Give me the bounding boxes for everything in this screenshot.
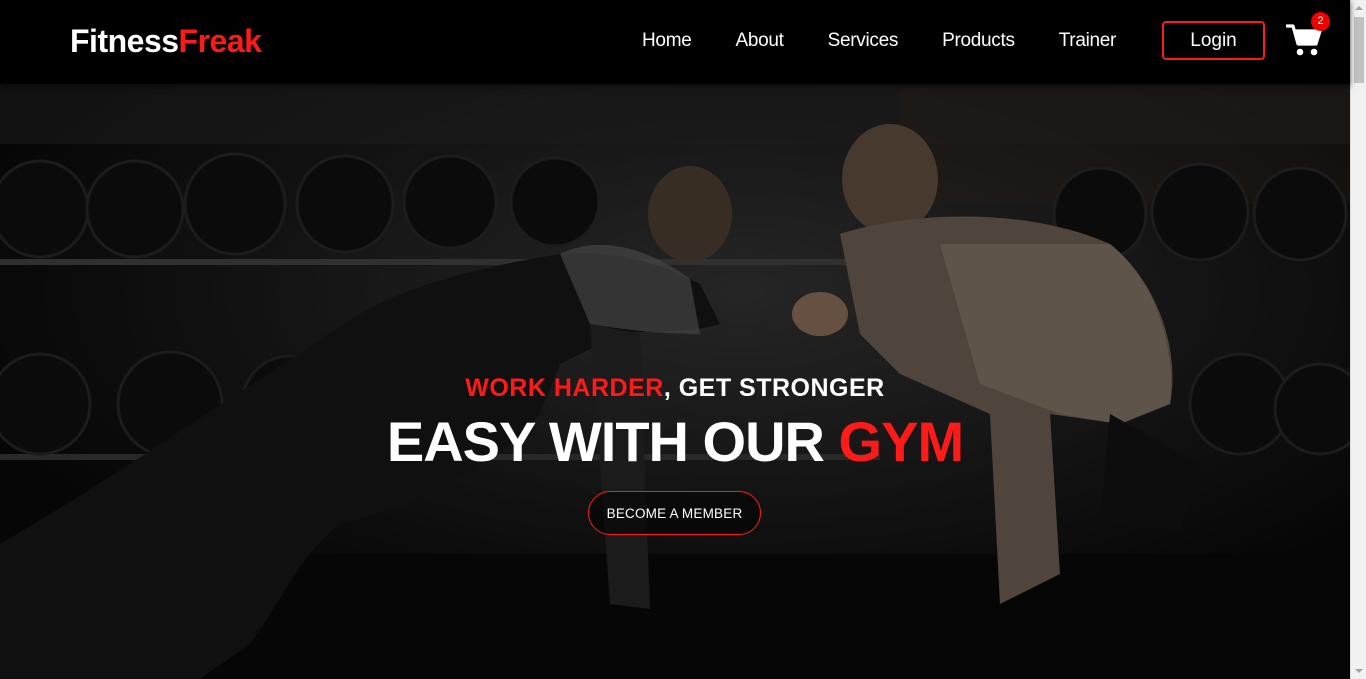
hero-section: WORK HARDER, GET STRONGER EASY WITH OUR … [0,84,1350,679]
nav-link-services[interactable]: Services [828,28,899,54]
logo-text-freak: Freak [178,23,262,59]
login-button[interactable]: Login [1162,21,1265,60]
logo-text-fitness: Fitness [70,23,179,59]
scroll-up-arrow-icon[interactable] [1351,0,1366,16]
nav-link-home[interactable]: Home [642,28,692,54]
scroll-down-arrow-icon[interactable] [1351,663,1366,679]
nav-link-about[interactable]: About [735,28,783,54]
headline-text: EASY WITH OUR [386,410,839,473]
cart-button[interactable]: 2 [1285,12,1330,58]
nav-links: Home About Services Products Trainer [620,28,1138,54]
hero-headline: EASY WITH OUR GYM [0,409,1350,475]
page-scrollbar[interactable] [1350,0,1366,679]
hero-tagline: WORK HARDER, GET STRONGER [0,374,1350,403]
tagline-rest: , GET STRONGER [663,374,885,402]
headline-highlight: GYM [838,410,965,473]
brand-logo[interactable]: FitnessFreak [70,22,262,60]
navbar: FitnessFreak Home About Services Product… [0,0,1350,84]
nav-link-products[interactable]: Products [942,28,1015,54]
scrollbar-thumb[interactable] [1354,17,1364,83]
become-member-button[interactable]: BECOME A MEMBER [588,491,761,535]
cart-count-badge: 2 [1311,12,1330,31]
tagline-highlight: WORK HARDER [465,374,664,402]
nav-link-trainer[interactable]: Trainer [1059,28,1117,54]
